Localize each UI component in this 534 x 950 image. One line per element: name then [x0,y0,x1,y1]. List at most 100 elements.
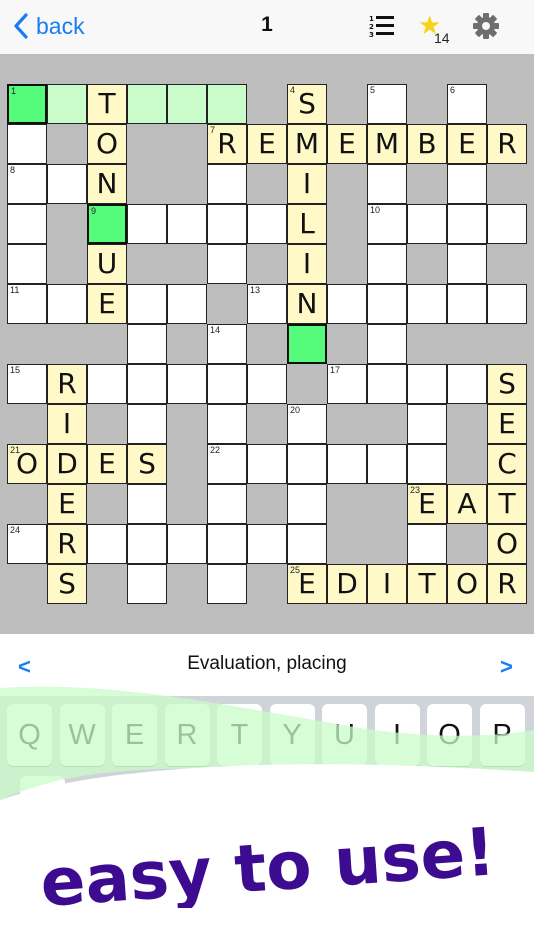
grid-cell[interactable] [447,204,487,244]
grid-cell-filled[interactable]: E [447,124,487,164]
grid-cell[interactable] [207,364,247,404]
grid-cell-filled[interactable]: L [287,204,327,244]
grid-cell[interactable] [207,244,247,284]
keyboard-key-a[interactable] [20,776,65,816]
clue-list-button[interactable]: 1 2 3 [368,13,396,39]
grid-cell[interactable] [7,124,47,164]
grid-cell-filled[interactable]: E [87,444,127,484]
grid-cell[interactable] [167,524,207,564]
grid-cell-filled[interactable]: O [447,564,487,604]
grid-cell[interactable] [247,204,287,244]
grid-cell-filled[interactable]: O [487,524,527,564]
grid-cell[interactable]: 11 [7,284,47,324]
grid-cell-selected[interactable] [127,84,167,124]
grid-cell-filled[interactable]: R [487,564,527,604]
grid-cell[interactable] [207,404,247,444]
grid-cell[interactable] [127,324,167,364]
grid-cell-filled[interactable]: D [47,444,87,484]
grid-cell[interactable] [367,244,407,284]
keyboard-key-y[interactable]: Y [269,704,315,766]
grid-cell[interactable] [407,404,447,444]
grid-cell-active[interactable]: 1 [7,84,47,124]
grid-cell[interactable] [247,444,287,484]
keyboard-key-t[interactable]: T [217,704,262,766]
grid-cell[interactable] [127,484,167,524]
grid-cell-filled[interactable]: R [47,364,87,404]
grid-cell[interactable] [127,524,167,564]
grid-cell-filled[interactable]: 4S [287,84,327,124]
grid-cell-filled[interactable]: S [487,364,527,404]
grid-cell[interactable] [87,524,127,564]
grid-cell[interactable]: 22 [207,444,247,484]
grid-cell[interactable] [407,204,447,244]
grid-cell-filled[interactable]: 23 E [407,484,447,524]
grid-cell-filled[interactable]: N [287,284,327,324]
grid-cell-filled[interactable]: M [367,124,407,164]
grid-cell[interactable]: 13 [247,284,287,324]
grid-cell[interactable] [207,524,247,564]
next-clue-button[interactable]: > [500,654,513,680]
grid-cell[interactable]: 8 [7,164,47,204]
grid-cell[interactable] [47,164,87,204]
grid-cell-filled[interactable]: D [327,564,367,604]
keyboard-key-o[interactable]: O [427,704,472,766]
keyboard-key-u[interactable]: U [322,704,367,766]
grid-cell[interactable]: 20 [287,404,327,444]
grid-cell[interactable]: 5 [367,84,407,124]
grid-cell[interactable] [367,284,407,324]
keyboard-key-q[interactable]: Q [7,704,52,766]
grid-cell[interactable] [167,364,207,404]
grid-cell-filled[interactable]: A [447,484,487,524]
grid-cell[interactable] [367,444,407,484]
grid-cell[interactable] [47,284,87,324]
keyboard-key-e[interactable]: E [112,704,157,766]
grid-cell[interactable] [447,244,487,284]
grid-cell-filled[interactable]: I [287,244,327,284]
grid-cell[interactable] [287,484,327,524]
grid-cell-filled[interactable]: B [407,124,447,164]
grid-cell[interactable] [127,564,167,604]
grid-cell-filled[interactable]: O [87,124,127,164]
grid-cell[interactable] [447,364,487,404]
grid-cell-selected[interactable] [47,84,87,124]
grid-cell-filled[interactable]: S [127,444,167,484]
grid-cell[interactable] [127,364,167,404]
grid-cell[interactable] [367,324,407,364]
settings-button[interactable] [471,11,501,41]
grid-cell[interactable] [287,524,327,564]
keyboard-key-p[interactable]: P [479,704,525,766]
grid-cell[interactable] [167,284,207,324]
grid-cell[interactable] [487,284,527,324]
grid-cell-filled[interactable]: R [47,524,87,564]
grid-cell[interactable]: 24 [7,524,47,564]
grid-cell-filled[interactable]: E [487,404,527,444]
keyboard-key-w[interactable]: W [59,704,105,766]
grid-cell-filled[interactable]: T [87,84,127,124]
grid-cell[interactable] [447,164,487,204]
grid-cell[interactable] [247,524,287,564]
grid-cell-filled[interactable]: E [327,124,367,164]
grid-cell[interactable] [407,284,447,324]
grid-cell-filled[interactable]: T [407,564,447,604]
grid-cell-filled[interactable]: R [487,124,527,164]
grid-cell[interactable] [327,444,367,484]
grid-cell-filled[interactable]: E [47,484,87,524]
grid-cell-selected[interactable] [207,84,247,124]
grid-cell[interactable] [7,244,47,284]
grid-cell-filled[interactable]: E [87,284,127,324]
grid-cell[interactable] [247,364,287,404]
grid-cell[interactable] [207,484,247,524]
grid-cell-filled[interactable]: M [287,124,327,164]
grid-cell[interactable] [407,444,447,484]
grid-cell[interactable] [127,204,167,244]
grid-cell-filled[interactable]: S [47,564,87,604]
grid-cell[interactable] [87,364,127,404]
grid-cell[interactable] [127,284,167,324]
grid-cell-filled[interactable]: 7R [207,124,247,164]
keyboard-key-i[interactable]: I [374,704,420,766]
grid-cell[interactable]: 10 [367,204,407,244]
grid-cell-filled[interactable]: I [47,404,87,444]
grid-cell[interactable] [487,204,527,244]
grid-cell[interactable]: 17 [327,364,367,404]
grid-cell[interactable] [447,284,487,324]
